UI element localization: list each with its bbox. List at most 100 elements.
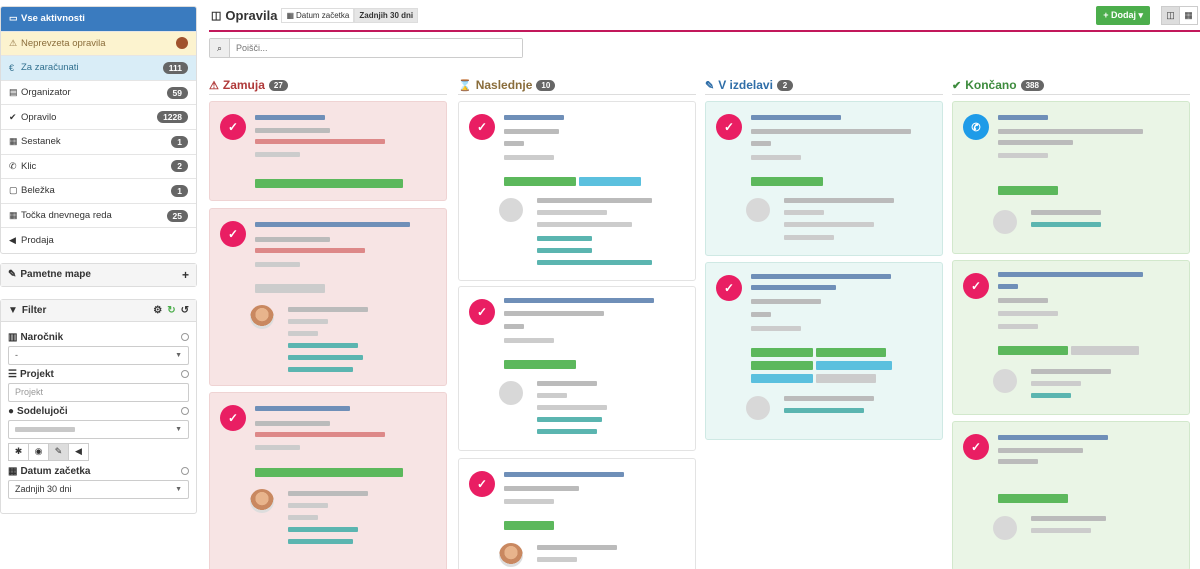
eye-icon[interactable]: ◉	[28, 442, 49, 461]
megaphone-icon: ◀	[9, 235, 16, 246]
avatar	[499, 543, 523, 567]
task-card[interactable]: ✓	[705, 262, 943, 440]
task-card[interactable]: ✓	[209, 208, 447, 386]
nav-item-call[interactable]: ✆ Klic 2	[1, 155, 196, 180]
status-badge	[176, 37, 188, 50]
gear-icon[interactable]: ⚙	[153, 305, 162, 316]
column-count-badge: 388	[1020, 79, 1044, 91]
main-area: ◫ Opravila ▦ Datum začetka Zadnjih 30 dn…	[209, 0, 1200, 569]
task-card[interactable]: ✓	[705, 101, 943, 256]
search-input[interactable]	[230, 39, 522, 57]
phone-icon: ✆	[9, 160, 17, 171]
hourglass-icon: ⌛	[458, 79, 472, 92]
blurred-participant	[15, 426, 75, 432]
chevron-down-icon: ▼	[175, 351, 182, 359]
avatar	[993, 210, 1017, 234]
warning-icon: ⚠	[9, 37, 18, 48]
start-date-filter-label: ▦ Datum začetka	[8, 466, 189, 477]
count-badge: 59	[166, 86, 188, 99]
date-filter-label[interactable]: ▦ Datum začetka	[281, 7, 355, 23]
check-icon: ✔	[952, 79, 962, 92]
count-badge: 2	[171, 160, 188, 173]
task-card[interactable]: ✓	[209, 392, 447, 569]
column-header-overdue: ⚠ Zamuja 27	[209, 76, 447, 95]
call-card[interactable]: ✆	[952, 101, 1190, 254]
nav-item-unassigned-tasks[interactable]: ⚠ Neprevzeta opravila	[1, 31, 196, 57]
task-card[interactable]: ✓	[458, 286, 696, 451]
refresh-icon[interactable]: ↻	[167, 305, 175, 316]
check-icon: ✓	[469, 114, 495, 140]
euro-icon: €	[9, 62, 15, 73]
smart-maps-header: ✎ Pametne mape +	[1, 263, 196, 286]
client-filter-toggle[interactable]	[181, 333, 189, 342]
nav-item-sales[interactable]: ◀ Prodaja	[1, 228, 196, 253]
filter-body: ▥ Naročnik - ▼ ☰ Projekt Projekt ● Sodel…	[1, 322, 196, 513]
search-icon: ⌕	[210, 39, 230, 57]
avatar	[746, 198, 770, 222]
participants-filter-toggle[interactable]	[181, 407, 189, 416]
add-smart-map-button[interactable]: +	[182, 268, 189, 282]
page-title: ◫ Opravila	[211, 7, 278, 23]
phone-icon: ✆	[963, 114, 989, 140]
check-icon: ✓	[220, 114, 246, 140]
check-icon: ✓	[963, 273, 989, 299]
avatar	[746, 396, 770, 420]
task-card[interactable]: ✓	[458, 458, 696, 569]
calendar-icon: ▦	[9, 136, 18, 147]
avatar	[250, 305, 274, 329]
reset-icon[interactable]: ↺	[181, 305, 189, 316]
participants-select[interactable]: ▼	[8, 419, 189, 439]
column-count-badge: 27	[268, 79, 288, 91]
app: ▭ Vse aktivnosti ⚠ Neprevzeta opravila €…	[0, 0, 1200, 569]
task-card[interactable]: ✓	[458, 101, 696, 281]
task-card[interactable]: ✓	[952, 260, 1190, 415]
nav-item-to-bill[interactable]: € Za zaračunati 111	[1, 56, 196, 81]
count-badge: 111	[162, 61, 188, 74]
nav-item-task[interactable]: ✔ Opravilo 1228	[1, 105, 196, 130]
nav-item-all-activities[interactable]: ▭ Vse aktivnosti	[1, 7, 196, 32]
search-bar: ⌕	[209, 38, 523, 58]
add-button[interactable]: + Dodaj ▾	[1096, 5, 1150, 25]
column-count-badge: 2	[776, 79, 793, 91]
nav-item-organizer[interactable]: ▤ Organizator 59	[1, 81, 196, 106]
activity-nav: ▭ Vse aktivnosti ⚠ Neprevzeta opravila €…	[0, 6, 197, 254]
project-filter-toggle[interactable]	[181, 370, 189, 379]
task-card[interactable]: ✓	[209, 101, 447, 201]
warning-icon: ⚠	[209, 79, 219, 92]
start-date-select[interactable]: Zadnjih 30 dni ▼	[8, 479, 189, 499]
column-overdue: ⚠ Zamuja 27 ✓ ✓ ✓	[209, 76, 447, 569]
check-icon: ✓	[469, 471, 495, 497]
megaphone-icon[interactable]: ◀	[68, 442, 89, 461]
calendar-icon: ▦	[9, 210, 18, 221]
kanban-view-icon[interactable]: ◫	[1161, 5, 1180, 25]
nav-item-agenda-point[interactable]: ▦ Točka dnevnega reda 25	[1, 204, 196, 229]
column-in-progress: ✎ V izdelavi 2 ✓ ✓	[705, 76, 943, 440]
column-done: ✔ Končano 388 ✆ ✓ ✓	[952, 76, 1190, 569]
filter-icon: ▼	[8, 304, 18, 316]
nav-item-meeting[interactable]: ▦ Sestanek 1	[1, 130, 196, 155]
smart-maps-panel: ✎ Pametne mape +	[0, 262, 197, 287]
filter-panel: ▼ Filter ⚙ ↻ ↺ ▥ Naročnik - ▼ ☰ Projekt …	[0, 298, 197, 514]
check-icon: ✓	[716, 275, 742, 301]
task-card[interactable]: ✓	[952, 421, 1190, 569]
column-header-done: ✔ Končano 388	[952, 76, 1190, 95]
calendar-icon: ▦	[8, 465, 18, 477]
nav-item-note[interactable]: ▢ Beležka 1	[1, 179, 196, 204]
date-filter-value[interactable]: Zadnjih 30 dni	[354, 7, 419, 23]
wrench-icon[interactable]: ✎	[48, 442, 69, 461]
check-icon: ✓	[220, 405, 246, 431]
asterisk-icon[interactable]: ✱	[8, 442, 29, 461]
user-icon: ●	[8, 405, 15, 417]
building-icon: ▥	[8, 331, 18, 343]
check-icon: ✓	[963, 434, 989, 460]
table-view-icon[interactable]: ▦	[1179, 5, 1198, 25]
wrench-icon: ✎	[705, 79, 715, 92]
count-badge: 25	[166, 209, 188, 222]
avatar	[499, 198, 523, 222]
client-select[interactable]: - ▼	[8, 345, 189, 365]
inbox-icon: ▭	[9, 13, 18, 24]
project-select[interactable]: Projekt	[8, 382, 189, 402]
list-icon: ☰	[8, 368, 17, 380]
start-date-filter-toggle[interactable]	[181, 467, 189, 476]
activity-type-toggle-group: ✱ ◉ ✎ ◀	[8, 442, 189, 461]
